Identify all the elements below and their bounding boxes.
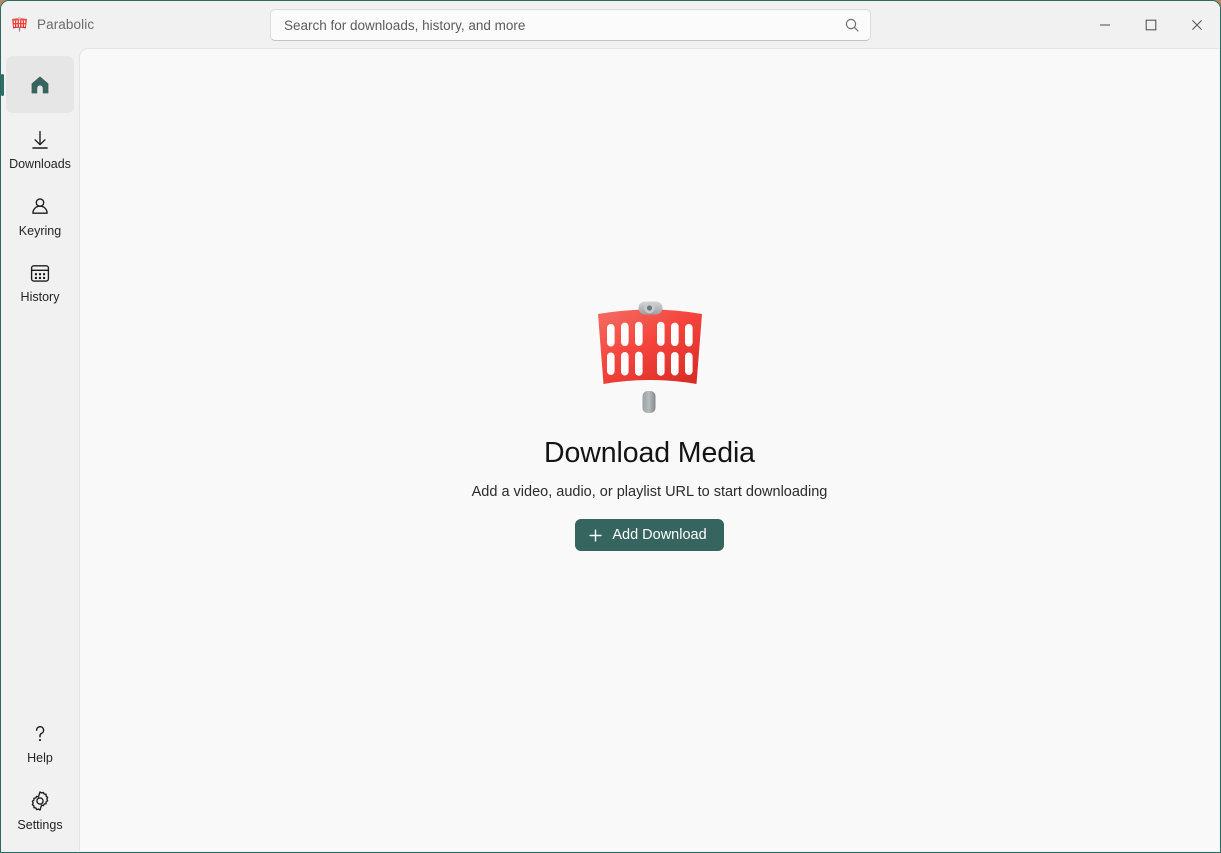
sidebar: Downloads Keyring History Help Settings bbox=[1, 48, 79, 852]
maximize-button[interactable] bbox=[1128, 1, 1174, 48]
sidebar-item-label-history: History bbox=[20, 290, 60, 304]
gear-icon bbox=[28, 789, 52, 813]
question-mark-icon bbox=[28, 722, 52, 746]
add-download-button[interactable]: Add Download bbox=[575, 519, 724, 551]
parabolic-logo-icon bbox=[588, 293, 712, 417]
app-title: Parabolic bbox=[37, 17, 95, 32]
maximize-icon bbox=[1145, 19, 1157, 31]
add-download-label: Add Download bbox=[612, 527, 707, 543]
sidebar-item-help[interactable]: Help bbox=[6, 711, 74, 774]
minimize-button[interactable] bbox=[1082, 1, 1128, 48]
search-input[interactable] bbox=[284, 10, 844, 40]
page-title: Download Media bbox=[544, 437, 755, 469]
sidebar-item-keyring[interactable]: Keyring bbox=[6, 184, 74, 247]
sidebar-item-label-keyring: Keyring bbox=[18, 223, 62, 238]
plus-icon bbox=[588, 528, 603, 543]
search-box[interactable] bbox=[270, 9, 871, 41]
window-controls bbox=[1082, 1, 1220, 48]
calendar-icon bbox=[28, 261, 52, 285]
main-content: Download Media Add a video, audio, or pl… bbox=[79, 48, 1219, 851]
sidebar-item-settings[interactable]: Settings bbox=[6, 778, 74, 841]
sidebar-item-label-help: Help bbox=[27, 751, 53, 765]
sidebar-item-home[interactable] bbox=[6, 56, 74, 113]
sidebar-item-history[interactable]: History bbox=[6, 250, 74, 313]
close-button[interactable] bbox=[1174, 1, 1220, 48]
sidebar-item-downloads[interactable]: Downloads bbox=[6, 117, 74, 180]
download-icon bbox=[28, 128, 52, 152]
empty-state: Download Media Add a video, audio, or pl… bbox=[80, 293, 1219, 551]
person-icon bbox=[28, 195, 52, 219]
app-brand: Parabolic bbox=[1, 1, 261, 48]
home-icon bbox=[28, 73, 52, 97]
titlebar[interactable]: Parabolic bbox=[1, 1, 1220, 48]
sidebar-item-label-downloads: Downloads bbox=[9, 157, 71, 171]
search-container[interactable] bbox=[270, 9, 871, 41]
parabolic-logo-icon bbox=[10, 15, 29, 34]
sidebar-top-group: Downloads Keyring History bbox=[1, 48, 79, 317]
sidebar-item-label-settings: Settings bbox=[17, 817, 63, 832]
close-icon bbox=[1191, 19, 1203, 31]
page-subtitle: Add a video, audio, or playlist URL to s… bbox=[471, 484, 828, 500]
minimize-icon bbox=[1099, 19, 1111, 31]
search-icon[interactable] bbox=[844, 17, 860, 33]
sidebar-bottom-group: Help Settings bbox=[1, 711, 79, 852]
app-window: Parabolic Search for downloads, history,… bbox=[0, 0, 1221, 853]
